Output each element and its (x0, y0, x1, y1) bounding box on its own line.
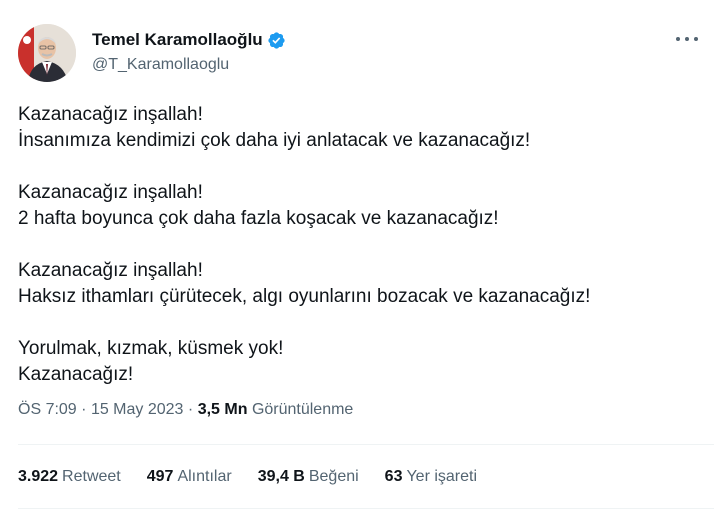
tweet-paragraph: Yorulmak, kızmak, küsmek yok! Kazanacağı… (18, 336, 698, 388)
author-handle[interactable]: @T_Karamollaoglu (92, 56, 229, 74)
tweet-line: İnsanımıza kendimizi çok daha iyi anlata… (18, 130, 531, 151)
stat-count: 497 (146, 468, 174, 485)
tweet-line: Yorulmak, kızmak, küsmek yok! (18, 338, 284, 359)
stat-retweets[interactable]: 3.922 Retweet (18, 468, 121, 486)
stat-count: 63 (384, 468, 403, 485)
tweet-line: Kazanacağız inşallah! (18, 260, 203, 281)
tweet-line: Kazanacağız inşallah! (18, 182, 203, 203)
tweet-text: Kazanacağız inşallah! İnsanımıza kendimi… (18, 102, 698, 414)
stat-label: Beğeni (308, 468, 359, 485)
stat-label: Retweet (62, 468, 121, 485)
tweet-line: Kazanacağız inşallah! (18, 104, 203, 125)
stat-label: Alıntılar (177, 468, 232, 485)
avatar[interactable] (18, 24, 76, 82)
stat-likes[interactable]: 39,4 B Beğeni (258, 468, 359, 486)
tweet-time[interactable]: ÖS 7:09 (18, 401, 77, 418)
author-name[interactable]: Temel Karamollaoğlu (92, 30, 263, 50)
stat-count: 3.922 (18, 468, 59, 485)
divider (18, 444, 714, 445)
tweet-paragraph: Kazanacağız inşallah! Haksız ithamları ç… (18, 258, 698, 310)
tweet-paragraph: Kazanacağız inşallah! 2 hafta boyunca ço… (18, 180, 698, 232)
avatar-image (18, 24, 76, 82)
verified-badge-icon[interactable] (267, 31, 286, 50)
divider (18, 508, 714, 509)
tweet-header: Temel Karamollaoğlu @T_Karamollaoglu (18, 24, 698, 84)
views-count: 3,5 Mn (197, 401, 248, 418)
stat-label: Yer işareti (406, 468, 478, 485)
tweet-meta: ÖS 7:09 · 15 May 2023 · 3,5 Mn Görüntüle… (18, 401, 353, 419)
stat-quotes[interactable]: 497 Alıntılar (147, 468, 232, 486)
views-label: Görüntülenme (251, 401, 354, 418)
author-name-row: Temel Karamollaoğlu (92, 30, 286, 50)
meta-separator: · (187, 401, 194, 418)
tweet-paragraph: Kazanacağız inşallah! İnsanımıza kendimi… (18, 102, 698, 154)
more-options-icon[interactable] (676, 32, 698, 46)
tweet-line: Kazanacağız! (18, 364, 134, 385)
tweet-date[interactable]: 15 May 2023 (91, 401, 184, 418)
stat-count: 39,4 B (257, 468, 305, 485)
engagement-stats: 3.922 Retweet 497 Alıntılar 39,4 B Beğeni 6… (18, 468, 503, 486)
tweet-line: 2 hafta boyunca çok daha fazla koşacak v… (18, 208, 499, 229)
tweet-line: Haksız ithamları çürütecek, algı oyunlar… (18, 286, 591, 307)
meta-separator: · (81, 401, 87, 418)
stat-bookmarks[interactable]: 63 Yer işareti (385, 468, 477, 486)
tweet-card: Temel Karamollaoğlu @T_Karamollaoglu Kaz… (0, 0, 714, 518)
